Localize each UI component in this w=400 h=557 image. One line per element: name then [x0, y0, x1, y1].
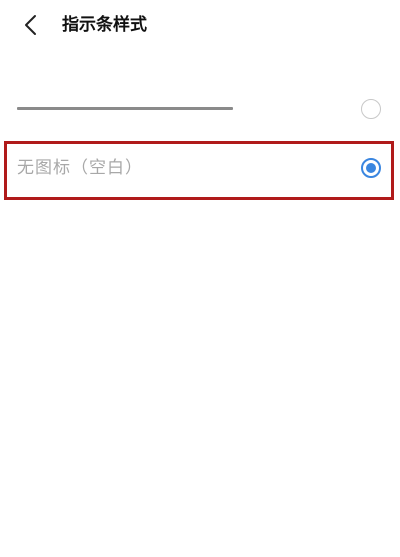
back-button[interactable]: [14, 8, 48, 42]
radio-selected[interactable]: [361, 158, 381, 178]
page-title: 指示条样式: [62, 15, 147, 35]
chevron-left-icon: [25, 15, 36, 35]
option-no-icon-label: 无图标（空白）: [17, 158, 143, 178]
option-no-icon[interactable]: 无图标（空白）: [0, 142, 400, 194]
line-indicator-preview: [17, 107, 233, 110]
header-bar: 指示条样式: [0, 0, 400, 52]
radio-selected-dot: [366, 163, 376, 173]
radio-unselected[interactable]: [361, 99, 381, 119]
option-line-indicator[interactable]: [0, 82, 400, 134]
